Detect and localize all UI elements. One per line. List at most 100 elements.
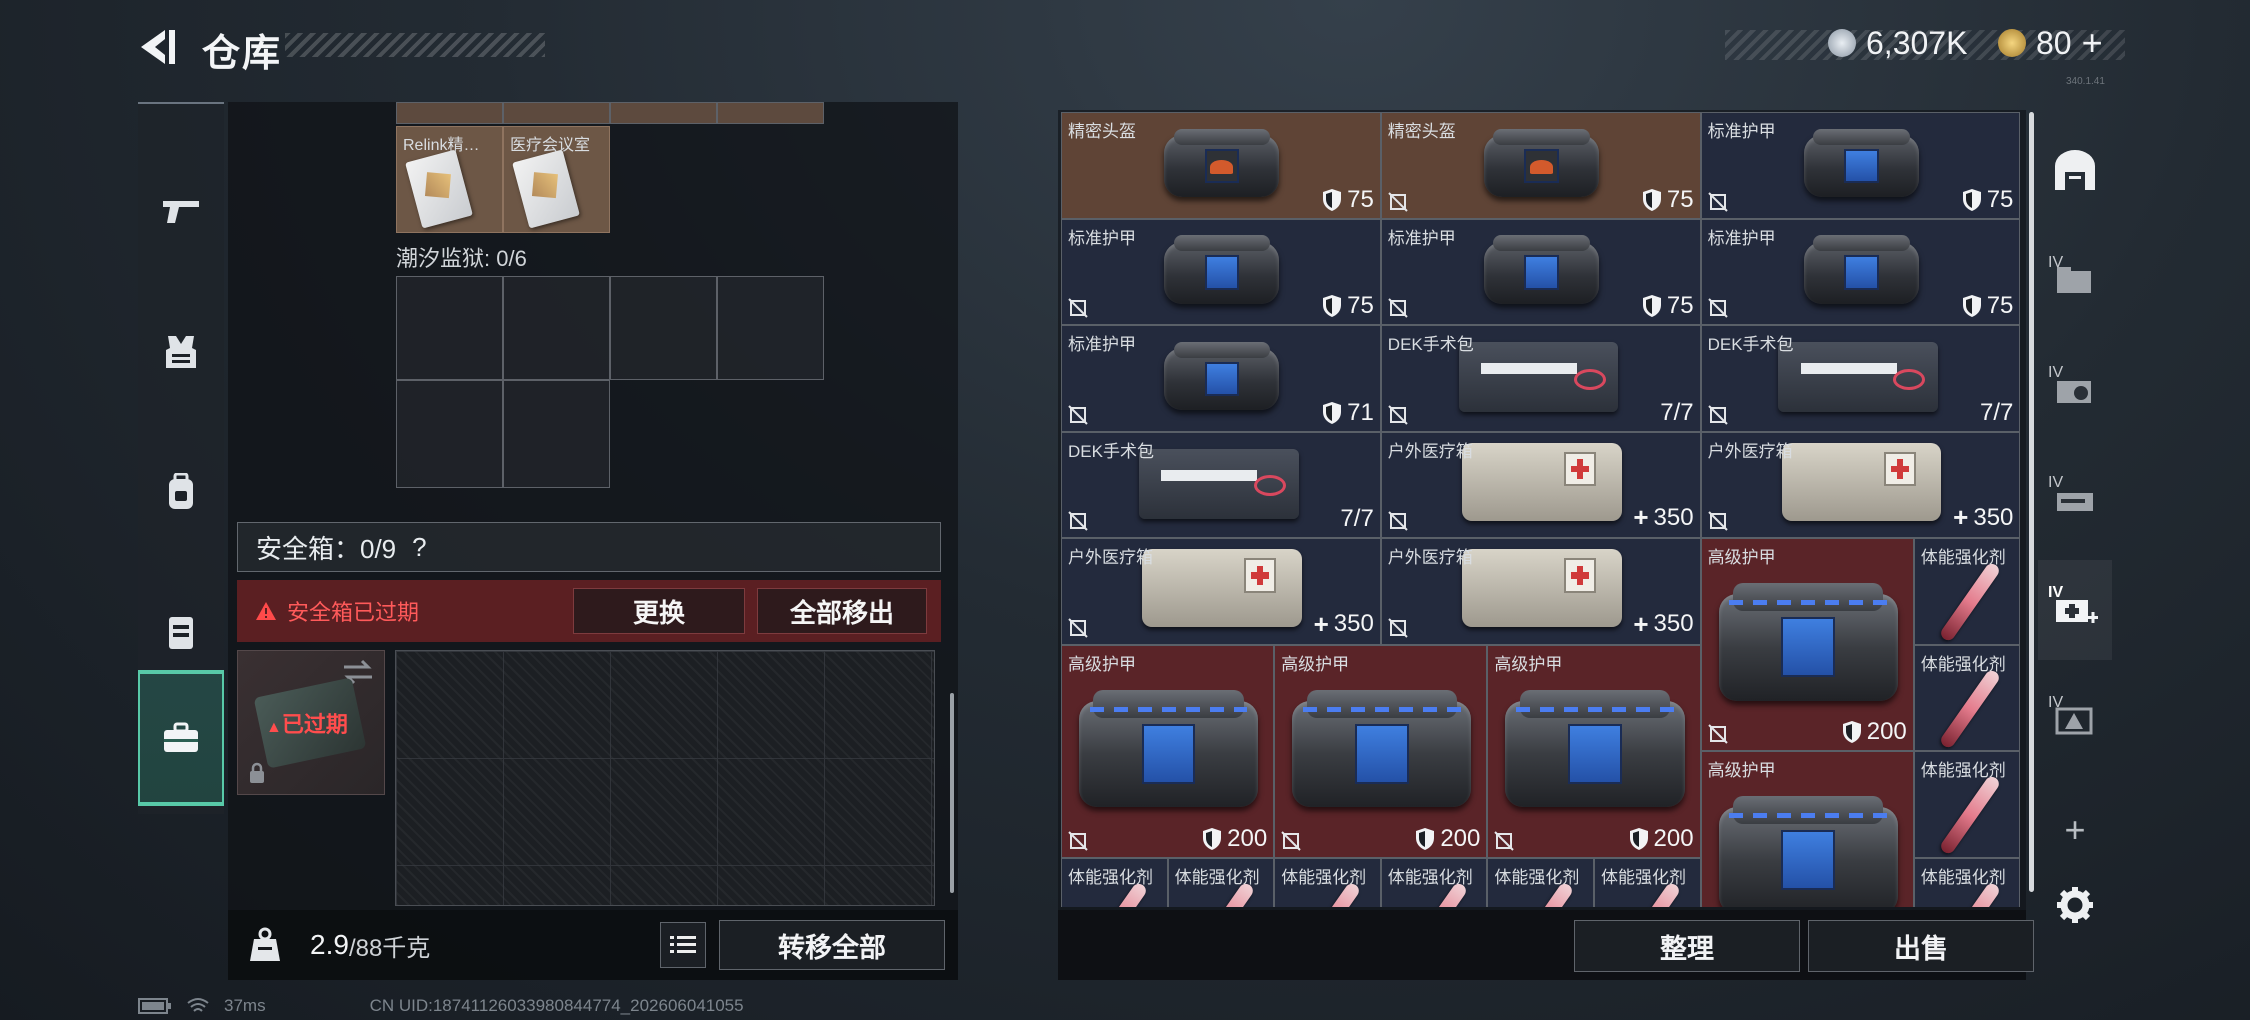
inventory-item[interactable]: 精密头盔 75 [1061,112,1381,219]
nav-weapons[interactable] [138,144,224,280]
inventory-item[interactable]: 标准护甲 75 [1380,218,1701,325]
inventory-item[interactable]: 高级护甲 [1700,751,1914,907]
item-value: 200 [1227,824,1268,852]
sell-button[interactable]: 出售 [1808,920,2034,972]
nav-armor[interactable] [138,284,224,420]
add-storage-button[interactable]: + [2038,800,2112,860]
inventory-scrollbar[interactable] [2029,112,2034,892]
helmet-case-icon [1484,128,1600,197]
settings-button[interactable] [2038,870,2112,940]
item-name: DEK手术包 [1707,335,1794,354]
keycard-item[interactable]: 医疗会议室 [503,126,610,233]
tide-prison-slot[interactable] [503,276,610,380]
inventory-item[interactable]: 体能强化剂 [1061,857,1168,907]
tide-prison-slot[interactable] [610,276,717,380]
armor-shield-icon [1203,827,1222,850]
inventory-item[interactable]: 户外医疗箱 +350 [1380,431,1701,538]
storage-tab-iv-4[interactable]: IV [2038,670,2112,770]
tide-prison-slot[interactable] [396,276,503,380]
inventory-item[interactable]: DEK手术包 7/7 [1061,431,1381,538]
inventory-item[interactable]: 高级护甲 200 [1487,644,1701,858]
inventory-item[interactable]: 体能强化剂 [1274,857,1381,907]
inventory-item[interactable]: 体能强化剂 [1594,857,1701,907]
storage-tab-iv-2[interactable]: IV [2038,340,2112,440]
inventory-item[interactable]: 精密头盔 75 [1380,112,1701,219]
item-value: 71 [1347,398,1374,426]
storage-tab-main[interactable] [2038,120,2112,220]
armor-case-icon [1164,341,1280,410]
inventory-item[interactable]: 标准护甲 75 [1700,218,2021,325]
inventory-item[interactable]: 体能强化剂 [1913,538,2021,645]
move-all-out-button[interactable]: 全部移出 [757,588,927,634]
version-label: 340.1.41 [2066,76,2105,87]
safe-box-grid[interactable] [395,650,935,906]
lock-icon [250,762,264,783]
item-value: 75 [1666,292,1694,319]
tide-prison-slot[interactable] [503,380,610,488]
secure-container-slot[interactable]: ▲已过期 [237,650,385,795]
list-view-button[interactable] [660,922,706,968]
storage-tab-iv-medical[interactable]: IV [2038,560,2112,660]
tide-prison-slot[interactable] [717,276,824,380]
inventory-item[interactable]: DEK手术包 7/7 [1700,325,2021,432]
weight-bar: 2.9 /88千克 转移全部 [228,910,958,980]
help-icon[interactable]: ? [412,532,426,563]
transfer-all-button[interactable]: 转移全部 [719,920,945,970]
expired-tag: ▲已过期 [266,712,348,737]
armor-shield-icon [1323,295,1342,317]
partial-slot[interactable] [610,102,717,124]
briefcase-icon [164,722,198,752]
inventory-item[interactable]: 高级护甲 200 [1061,644,1275,858]
weight-max: /88千克 [348,934,431,962]
inventory-item[interactable]: 户外医疗箱 +350 [1700,431,2021,538]
coin-balance[interactable]: 6,307K [1828,24,1967,62]
inventory-item[interactable]: 体能强化剂 [1487,857,1594,907]
inventory-item[interactable]: 标准护甲 75 [1061,218,1381,325]
inventory-item[interactable]: 体能强化剂 [1167,857,1275,907]
advanced-armor-icon [1718,583,1898,701]
item-value: 200 [1440,824,1481,852]
partial-slot[interactable] [717,102,824,124]
token-icon [1998,29,2026,57]
inventory-item[interactable]: DEK手术包 7/7 [1380,325,1701,432]
partial-slot[interactable] [396,102,503,124]
item-name: 精密头盔 [1068,122,1136,141]
keycard-item[interactable]: Relink精… [396,126,503,233]
nav-backpack[interactable] [138,424,224,560]
item-name: 高级护甲 [1707,761,1776,780]
replace-button[interactable]: 更换 [573,588,745,634]
back-button[interactable] [135,22,185,72]
storage-tab-iv-3[interactable]: IV [2038,450,2112,550]
nav-secure-container[interactable] [138,670,224,806]
inventory-item[interactable]: 高级护甲 200 [1274,644,1488,858]
inventory-item[interactable]: 体能强化剂 [1913,751,2021,858]
inventory-item[interactable]: 户外医疗箱 +350 [1061,538,1381,645]
inventory-item[interactable]: 体能强化剂 [1913,857,2021,907]
back-arrow-icon [141,30,175,64]
item-name: 标准护甲 [1707,228,1776,248]
inventory-item[interactable]: 体能强化剂 [1913,644,2021,751]
item-name: DEK手术包 [1387,335,1474,354]
token-balance[interactable]: 80 + [1998,22,2103,64]
left-scrollbar[interactable] [950,693,954,893]
item-durability: 200 [1202,825,1267,853]
pistol-icon [163,201,199,223]
tide-prison-slot[interactable] [396,380,503,488]
partial-slot[interactable] [503,102,610,124]
add-token-icon[interactable]: + [2082,22,2103,64]
inventory-item[interactable]: 户外医疗箱 +350 [1380,538,1701,645]
item-durability: 75 [1322,292,1374,320]
inventory-item[interactable]: 标准护甲 71 [1061,325,1381,432]
inventory-item[interactable]: 高级护甲 200 [1700,538,1914,751]
sort-button[interactable]: 整理 [1574,920,1800,972]
storage-tab-iv-1[interactable]: IV [2038,230,2112,330]
item-value: 7/7 [1660,398,1694,426]
item-durability: 200 [1415,825,1480,853]
item-name: 精密头盔 [1387,122,1456,141]
item-durability: 71 [1322,399,1374,427]
backpack-icon [169,473,193,509]
no-carry-icon [1707,724,1728,744]
inventory-item[interactable]: 体能强化剂 [1380,857,1488,907]
item-name: 体能强化剂 [1068,867,1153,887]
inventory-item[interactable]: 标准护甲 75 [1700,112,2021,219]
